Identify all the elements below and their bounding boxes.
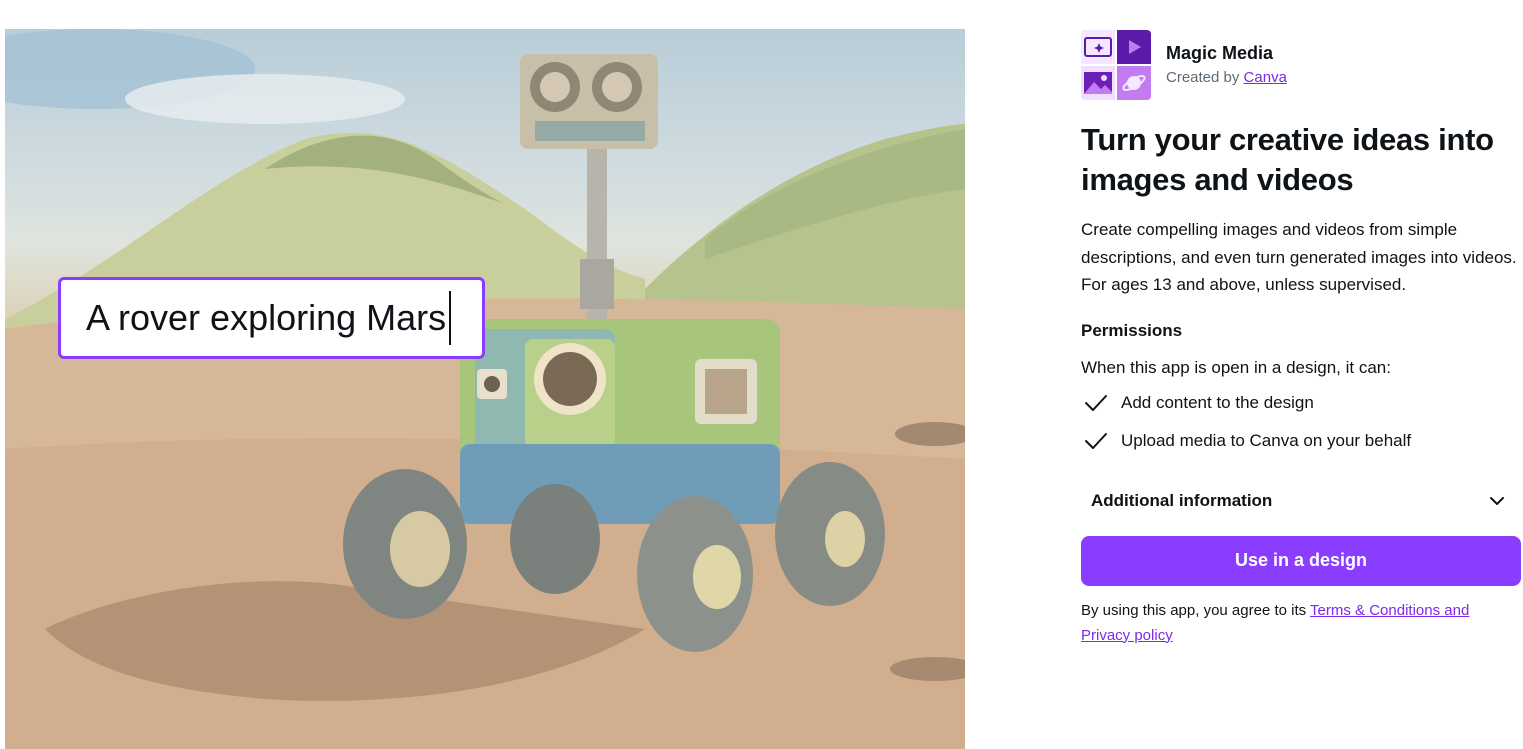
chevron-down-icon bbox=[1489, 491, 1505, 511]
page-title: Turn your creative ideas into images and… bbox=[1081, 122, 1494, 197]
rover-illustration bbox=[5, 29, 965, 749]
app-creator-line: Created by Canva bbox=[1166, 67, 1287, 89]
text-cursor bbox=[449, 291, 452, 345]
additional-information-label: Additional information bbox=[1091, 490, 1273, 510]
permissions-intro: When this app is open in a design, it ca… bbox=[1081, 357, 1391, 377]
permission-label: Upload media to Canva on your behalf bbox=[1121, 430, 1412, 450]
checkmark-icon bbox=[1081, 391, 1111, 415]
hero-image: A rover exploring Mars bbox=[5, 29, 965, 749]
permissions-heading: Permissions bbox=[1081, 320, 1183, 340]
sparkle-icon bbox=[1081, 30, 1115, 64]
planet-icon bbox=[1117, 66, 1151, 100]
prompt-input[interactable]: A rover exploring Mars bbox=[58, 277, 485, 359]
app-name: Magic Media bbox=[1166, 43, 1274, 63]
additional-information-toggle[interactable]: Additional information bbox=[1081, 476, 1521, 526]
permission-item: Upload media to Canva on your behalf bbox=[1081, 422, 1521, 460]
creator-link[interactable]: Canva bbox=[1244, 69, 1287, 86]
magic-media-app-icon bbox=[1081, 30, 1151, 100]
use-in-design-button[interactable]: Use in a design bbox=[1081, 535, 1521, 586]
prompt-text: A rover exploring Mars bbox=[86, 297, 447, 338]
play-icon bbox=[1117, 30, 1151, 64]
app-header: Magic Media Created by Canva bbox=[1081, 30, 1521, 100]
app-details-panel: Magic Media Created by Canva Turn your c… bbox=[1081, 30, 1521, 648]
image-icon bbox=[1081, 66, 1115, 100]
checkmark-icon bbox=[1081, 429, 1111, 453]
terms-notice: By using this app, you agree to its Term… bbox=[1081, 598, 1521, 648]
terms-prefix: By using this app, you agree to its bbox=[1081, 601, 1307, 619]
app-description: Create compelling images and videos from… bbox=[1081, 220, 1517, 294]
permissions-list: Add content to the design Upload media t… bbox=[1081, 384, 1521, 460]
permission-item: Add content to the design bbox=[1081, 384, 1521, 422]
permission-label: Add content to the design bbox=[1121, 392, 1314, 412]
created-by-label: Created by bbox=[1166, 69, 1240, 86]
